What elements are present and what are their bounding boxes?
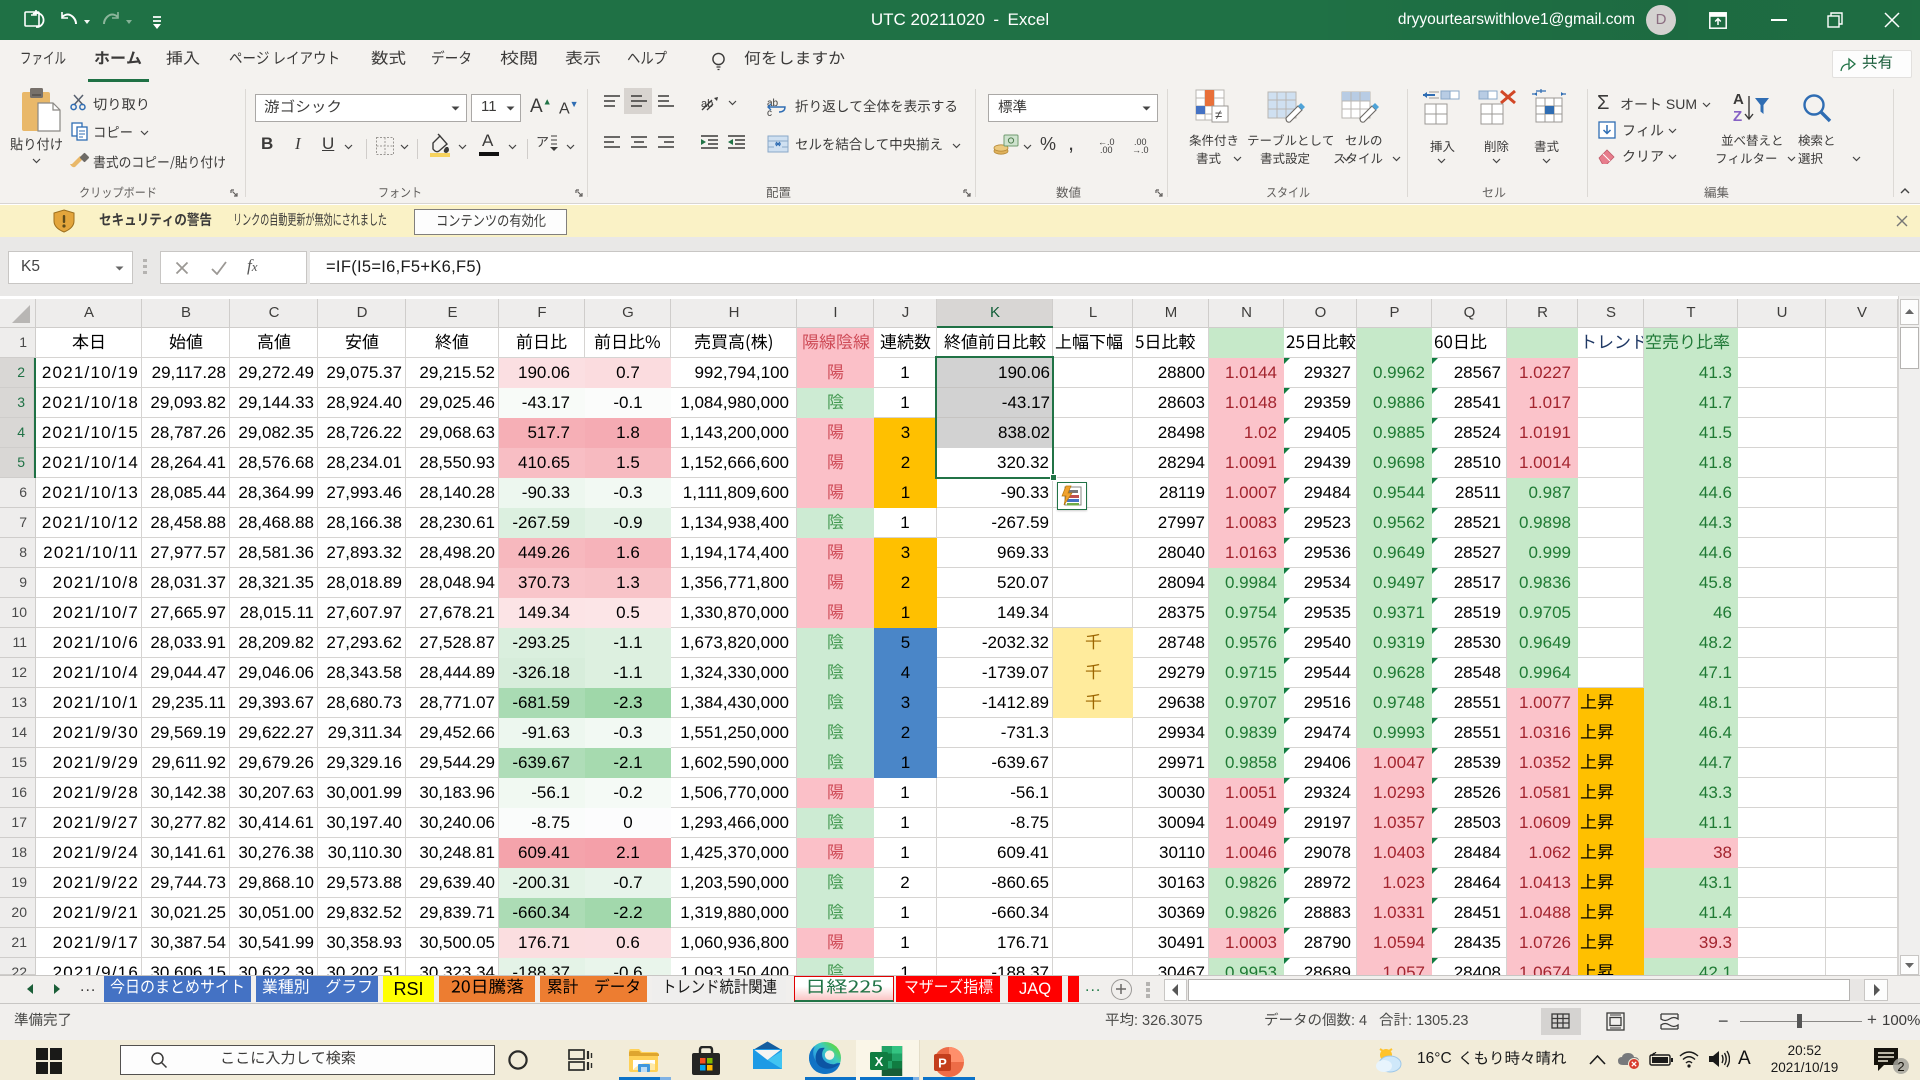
svg-text:X: X bbox=[875, 1054, 884, 1069]
svg-text:P: P bbox=[938, 1056, 947, 1071]
svg-text:2: 2 bbox=[1897, 1059, 1904, 1074]
svg-text:A: A bbox=[1733, 91, 1744, 108]
svg-text:≠: ≠ bbox=[1215, 107, 1222, 122]
svg-text:ab: ab bbox=[701, 98, 713, 110]
svg-text:Z: Z bbox=[1733, 108, 1742, 125]
svg-text:→.0: →.0 bbox=[1132, 145, 1149, 154]
svg-text:.00: .00 bbox=[1100, 145, 1113, 154]
